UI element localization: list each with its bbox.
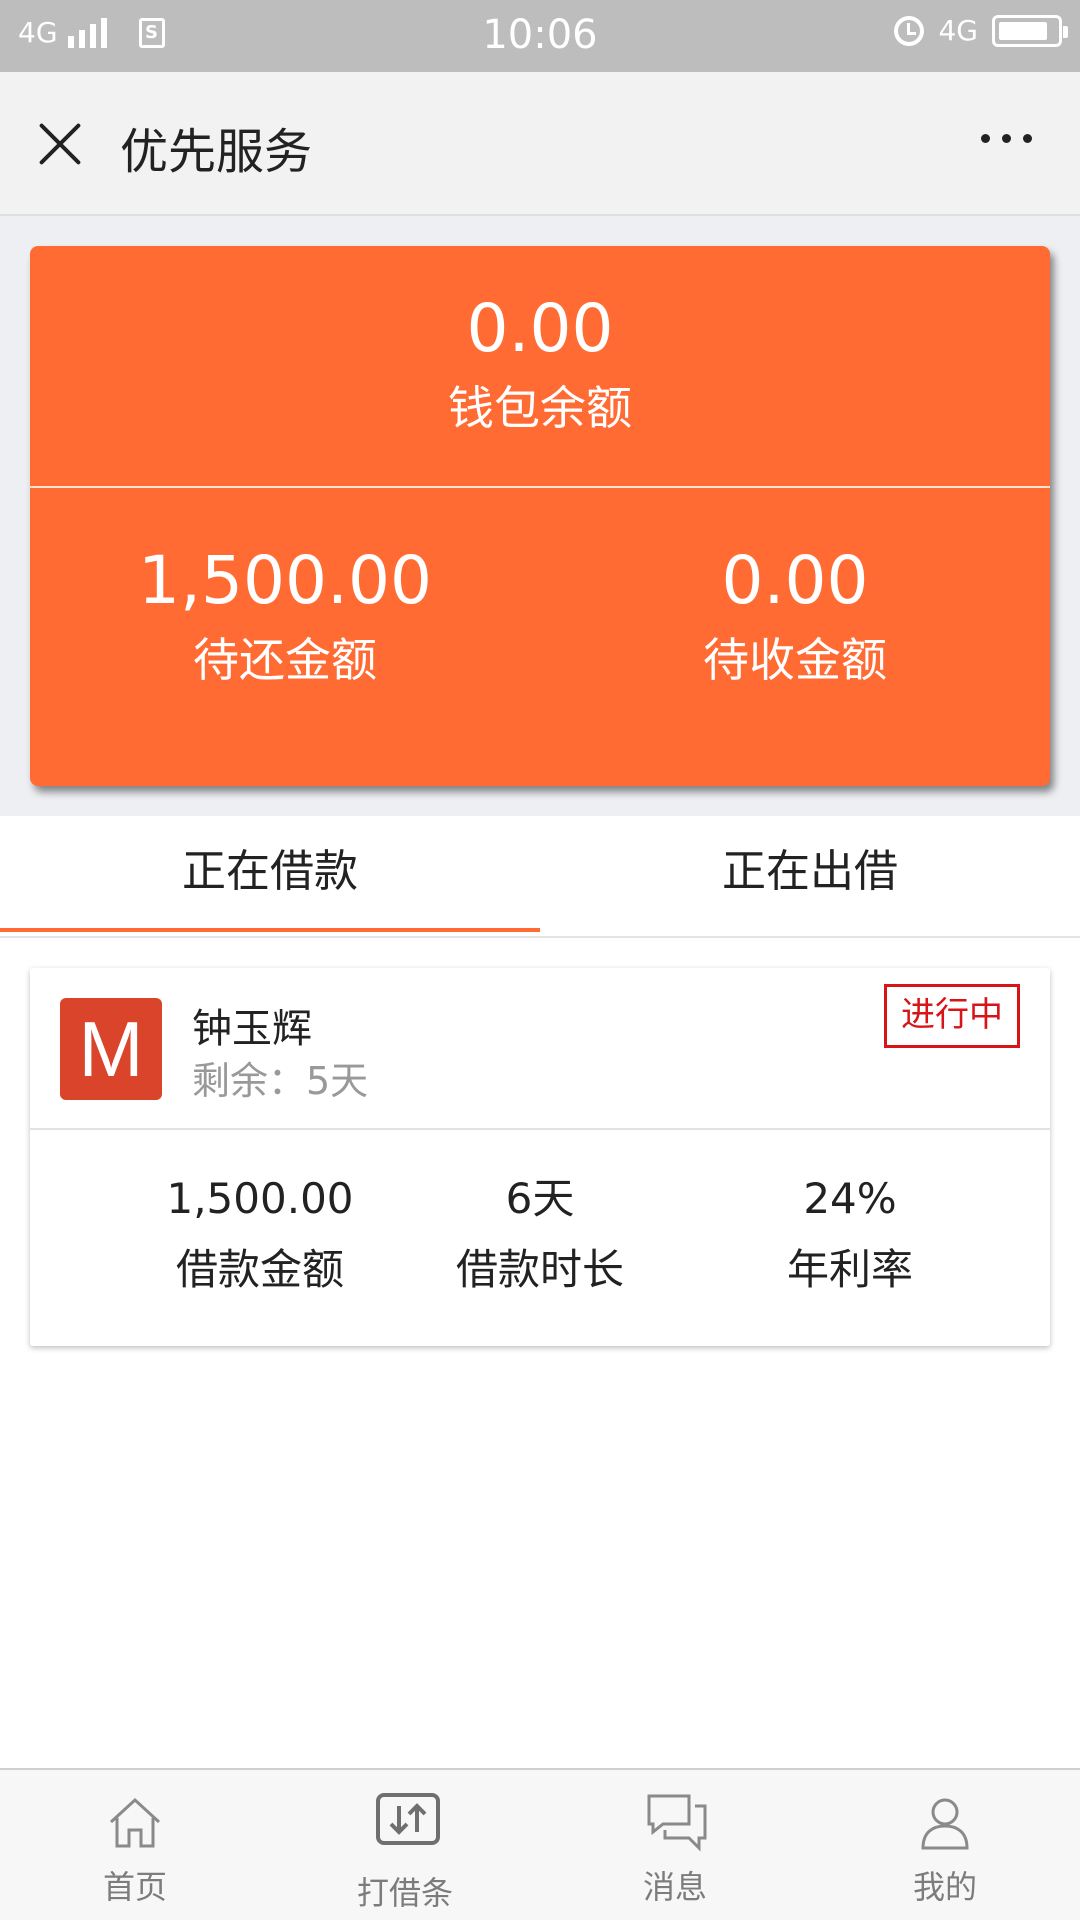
wallet-balance-value: 0.00 [466,290,614,367]
nav-profile-label: 我的 [912,1868,977,1906]
more-options-icon[interactable] [981,134,1032,143]
wallet-balance-label: 钱包余额 [448,381,632,435]
page-title: 优先服务 [120,124,313,180]
avatar: M [60,998,162,1100]
message-icon [647,1794,707,1852]
divider [30,1128,1050,1130]
nav-write-iou-label: 打借条 [356,1874,453,1912]
to-receive-value: 0.00 [721,542,869,619]
status-badge: 进行中 [884,984,1020,1048]
alarm-icon [894,15,925,46]
to-repay-value: 1,500.00 [138,542,432,619]
nav-home-label: 首页 [102,1868,167,1906]
loan-duration-value: 6天 [505,1174,575,1223]
annual-rate-value: 24% [803,1174,897,1223]
close-icon[interactable] [36,120,84,168]
nav-messages-label: 消息 [642,1868,707,1906]
status-bar: 4G S 10:06 4G [0,0,1080,72]
loan-amount-label: 借款金额 [175,1245,344,1294]
network-type-right: 4G [938,14,978,47]
to-receive: 0.00 待收金额 [540,548,1050,690]
tab-lending[interactable]: 正在出借 [540,816,1080,936]
nav-profile[interactable]: 我的 [810,1770,1080,1920]
bottom-nav: 首页 打借条 消息 我的 [0,1768,1080,1920]
remaining-days: 剩余：5天 [192,1059,369,1103]
lender-name: 钟玉辉 [192,1006,312,1052]
annual-rate: 24% 年利率 [695,1178,1005,1297]
tab-bar: 正在借款 正在出借 [0,816,1080,936]
tab-borrowing[interactable]: 正在借款 [0,816,540,936]
nav-messages[interactable]: 消息 [540,1770,810,1920]
nav-write-iou[interactable]: 打借条 [270,1770,540,1920]
nav-home[interactable]: 首页 [0,1770,270,1920]
divider [30,486,1050,488]
loan-card[interactable]: M 钟玉辉 剩余：5天 进行中 1,500.00 借款金额 6天 借款时长 24… [30,968,1050,1346]
tab-divider [0,936,1080,938]
loan-amount: 1,500.00 借款金额 [105,1178,415,1297]
balance-card: 0.00 钱包余额 1,500.00 待还金额 0.00 待收金额 [30,246,1050,786]
loan-duration-label: 借款时长 [455,1245,624,1294]
to-repay: 1,500.00 待还金额 [30,548,540,690]
to-repay-label: 待还金额 [193,633,377,687]
active-tab-indicator [0,928,540,932]
loan-amount-value: 1,500.00 [166,1174,354,1223]
title-bar: 优先服务 [0,72,1080,216]
user-icon [921,1798,969,1850]
wallet-balance: 0.00 钱包余额 [30,296,1050,438]
transfer-icon [376,1793,440,1845]
loan-duration: 6天 借款时长 [385,1178,695,1297]
annual-rate-label: 年利率 [786,1245,913,1294]
battery-icon [992,14,1068,47]
home-icon [109,1797,161,1848]
to-receive-label: 待收金额 [703,633,887,687]
